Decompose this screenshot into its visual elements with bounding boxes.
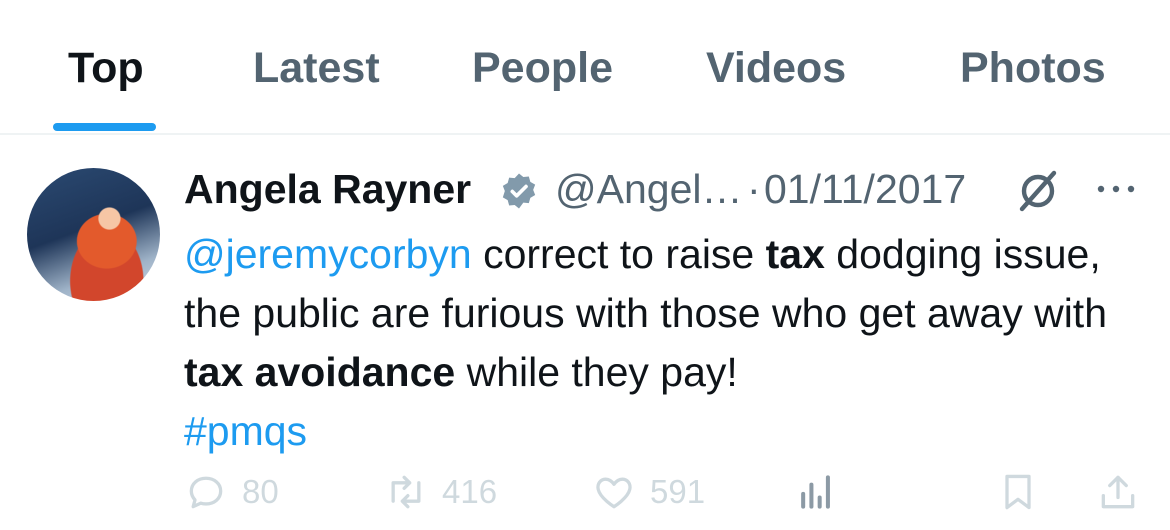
share-button[interactable] <box>1096 470 1140 514</box>
tab-videos[interactable]: Videos <box>706 44 846 93</box>
mention-link[interactable]: @jeremycorbyn <box>184 231 472 277</box>
retweet-count: 416 <box>442 473 498 510</box>
reply-button[interactable]: 80 <box>184 470 279 514</box>
like-count: 591 <box>650 473 706 510</box>
author-handle[interactable]: @Angel… <box>555 166 742 213</box>
verified-badge-icon <box>502 173 536 209</box>
more-icon[interactable] <box>1096 183 1136 195</box>
tab-latest[interactable]: Latest <box>253 44 380 93</box>
reply-icon <box>189 476 223 509</box>
hashtag-link[interactable]: #pmqs <box>184 408 307 454</box>
retweet-icon <box>391 475 421 509</box>
reply-count: 80 <box>242 473 279 510</box>
share-icon <box>1101 475 1135 509</box>
tab-people[interactable]: People <box>472 44 613 93</box>
retweet-button[interactable]: 416 <box>384 470 497 514</box>
like-button[interactable]: 591 <box>592 470 705 514</box>
tab-photos[interactable]: Photos <box>960 44 1106 93</box>
search-tabs: Top Latest People Videos Photos <box>0 0 1170 135</box>
views-button[interactable] <box>794 470 838 514</box>
tweet-header: Angela Rayner @Angel… · 01/11/2017 <box>184 163 1144 217</box>
tweet-actions: 80 416 591 <box>184 470 1144 530</box>
like-icon <box>596 477 632 509</box>
avatar[interactable] <box>27 168 160 301</box>
tweet-text-bold: tax <box>765 231 825 277</box>
bookmark-button[interactable] <box>996 470 1040 514</box>
tweet-date[interactable]: 01/11/2017 <box>764 166 966 213</box>
separator: · <box>747 166 761 212</box>
tweet-text-segment: while they pay! <box>455 349 738 395</box>
tweet-text-segment: correct to raise <box>471 231 766 277</box>
tweet-text: @jeremycorbyn correct to raise tax dodgi… <box>184 225 1144 461</box>
bookmark-icon <box>1005 474 1031 510</box>
tweet-text-bold: tax avoidance <box>184 349 456 395</box>
tab-top[interactable]: Top <box>68 44 144 93</box>
views-icon <box>801 475 830 509</box>
grok-icon[interactable] <box>1014 167 1062 215</box>
active-tab-indicator <box>53 123 156 131</box>
author-name[interactable]: Angela Rayner <box>184 166 471 213</box>
